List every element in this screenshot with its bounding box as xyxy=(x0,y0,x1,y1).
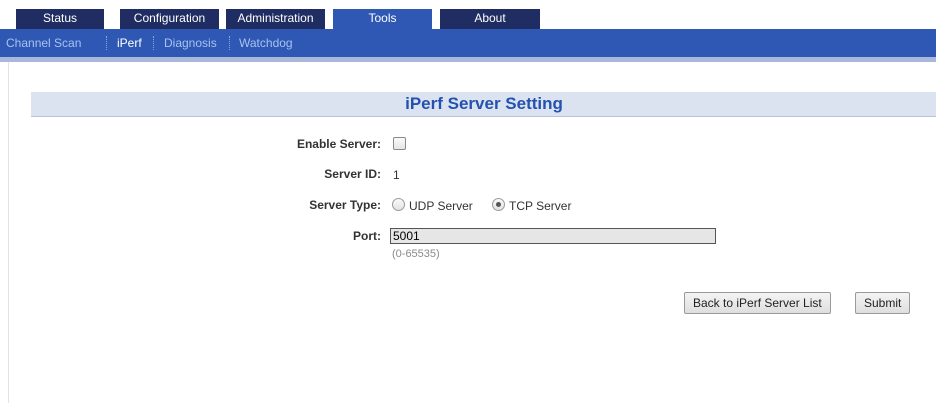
port-range-hint: (0-65535) xyxy=(392,248,440,260)
subnav-channel-scan[interactable]: Channel Scan xyxy=(6,35,81,51)
udp-server-radio[interactable] xyxy=(392,198,405,211)
main-tab-bar: Status Configuration Administration Tool… xyxy=(0,9,936,31)
tcp-server-label: TCP Server xyxy=(509,199,572,213)
radio-selected-dot xyxy=(496,202,501,207)
content-panel: iPerf Server Setting Enable Server: Serv… xyxy=(8,62,936,403)
port-input[interactable] xyxy=(390,228,716,244)
tab-configuration[interactable]: Configuration xyxy=(120,9,219,29)
subnav-watchdog[interactable]: Watchdog xyxy=(239,35,293,51)
sub-navigation: Channel Scan iPerf Diagnosis Watchdog xyxy=(0,29,936,62)
section-title: iPerf Server Setting xyxy=(31,92,936,117)
port-label: Port: xyxy=(353,229,381,243)
subnav-diagnosis[interactable]: Diagnosis xyxy=(164,35,217,51)
server-type-label: Server Type: xyxy=(309,198,381,212)
tab-bar-filler xyxy=(540,9,936,29)
tab-status[interactable]: Status xyxy=(16,9,104,29)
tab-administration[interactable]: Administration xyxy=(226,9,325,29)
back-to-server-list-button[interactable]: Back to iPerf Server List xyxy=(684,292,831,314)
server-id-value: 1 xyxy=(393,168,400,182)
udp-server-label: UDP Server xyxy=(409,199,473,213)
submit-button[interactable]: Submit xyxy=(855,292,911,314)
enable-server-label: Enable Server: xyxy=(296,137,381,151)
tab-about[interactable]: About xyxy=(440,9,540,29)
enable-server-checkbox[interactable] xyxy=(393,137,406,150)
subnav-separator xyxy=(229,36,231,50)
subnav-separator xyxy=(153,36,155,50)
tab-tools[interactable]: Tools xyxy=(333,9,432,31)
subnav-iperf[interactable]: iPerf xyxy=(117,35,142,51)
tcp-server-radio[interactable] xyxy=(492,198,505,211)
top-strip xyxy=(0,0,936,9)
server-id-label: Server ID: xyxy=(324,167,381,181)
subnav-separator xyxy=(106,36,108,50)
